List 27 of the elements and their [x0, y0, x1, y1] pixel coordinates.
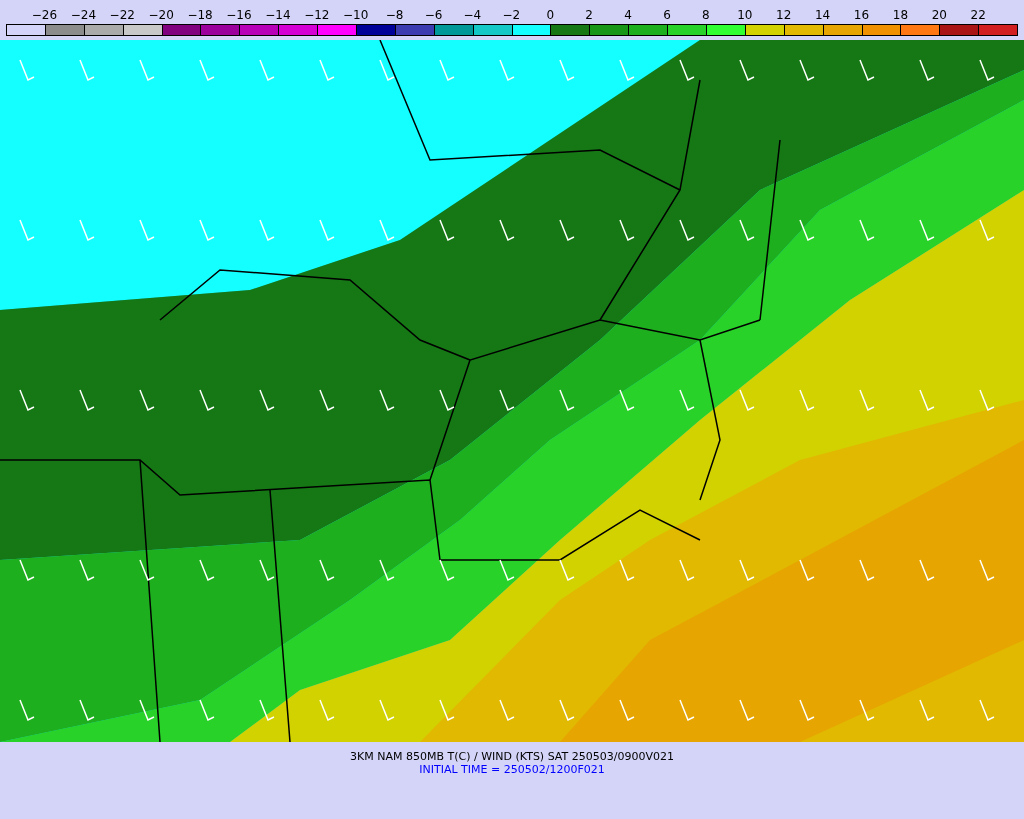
initial-time-text: INITIAL TIME = 250502/1200F021	[419, 763, 605, 776]
legend-label: −24	[69, 7, 97, 24]
legend-label: −2	[501, 7, 522, 24]
legend-label: 10	[736, 7, 754, 24]
legend-label: −12	[303, 7, 331, 24]
legend-label: −6	[423, 7, 444, 24]
legend-label: −8	[384, 7, 405, 24]
legend-label: −26	[30, 7, 59, 24]
legend-label: 20	[930, 7, 948, 24]
legend-label: 0	[545, 7, 556, 24]
legend-label: 4	[623, 7, 633, 24]
legend-label: −16	[225, 7, 253, 24]
legend-label: 18	[891, 7, 910, 24]
legend-label: 16	[852, 7, 871, 24]
legend-label: 14	[813, 7, 832, 24]
chart-title: 3KM NAM 850MB T(C) / WIND (KTS) SAT 250503/0900V021	[350, 750, 674, 763]
legend-label: −18	[186, 7, 214, 24]
legend-label: 2	[584, 7, 594, 24]
legend-label: −20	[147, 7, 175, 24]
legend-label: 12	[775, 7, 793, 24]
legend-label: −14	[264, 7, 292, 24]
legend-label: −22	[108, 7, 136, 24]
legend-label: 6	[662, 7, 672, 24]
legend-label: 8	[701, 7, 711, 24]
legend-label: 22	[969, 7, 987, 24]
legend-label: −4	[462, 7, 483, 24]
legend-label: −10	[342, 7, 370, 24]
